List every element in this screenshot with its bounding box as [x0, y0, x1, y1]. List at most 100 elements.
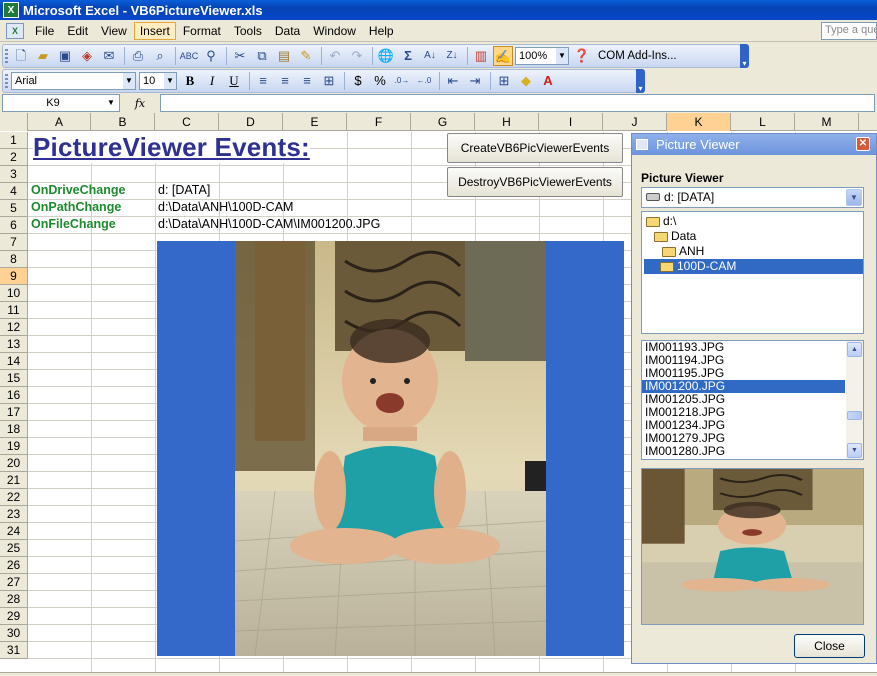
spelling-icon[interactable]: ABC — [179, 46, 199, 66]
row-header[interactable]: 11 — [0, 302, 28, 319]
row-header[interactable]: 13 — [0, 336, 28, 353]
column-header[interactable]: E — [283, 113, 347, 131]
row-header[interactable]: 2 — [0, 149, 28, 166]
menu-help[interactable]: Help — [363, 22, 400, 40]
menu-view[interactable]: View — [95, 22, 133, 40]
zoom-select[interactable]: 100% ▼ — [515, 47, 569, 65]
redo-icon[interactable]: ↷ — [347, 46, 367, 66]
row-header[interactable]: 15 — [0, 370, 28, 387]
close-icon[interactable]: ✕ — [856, 137, 870, 151]
column-header[interactable]: F — [347, 113, 411, 131]
open-icon[interactable]: ▰ — [33, 46, 53, 66]
italic-button[interactable]: I — [202, 71, 222, 91]
chevron-down-icon[interactable]: ▼ — [103, 95, 119, 111]
directory-item[interactable]: d:\ — [644, 214, 676, 229]
sort-ascending-icon[interactable]: A↓ — [420, 46, 440, 66]
email-icon[interactable]: ✉ — [99, 46, 119, 66]
underline-button[interactable]: U — [224, 71, 244, 91]
undo-icon[interactable]: ↶ — [325, 46, 345, 66]
align-center-icon[interactable]: ≡ — [275, 71, 295, 91]
row-header[interactable]: 27 — [0, 574, 28, 591]
print-preview-icon[interactable]: ⌕ — [150, 46, 170, 66]
file-list[interactable]: IM001193.JPG IM001194.JPG IM001195.JPG I… — [641, 340, 864, 460]
row-header[interactable]: 10 — [0, 285, 28, 302]
row-header[interactable]: 14 — [0, 353, 28, 370]
directory-item-selected[interactable]: 100D-CAM — [644, 259, 863, 274]
formula-input[interactable] — [160, 94, 875, 112]
scroll-down-icon[interactable]: ▼ — [847, 443, 862, 458]
picture-viewer-titlebar[interactable]: Picture Viewer ✕ — [632, 134, 876, 155]
row-header[interactable]: 16 — [0, 387, 28, 404]
column-header[interactable]: C — [155, 113, 219, 131]
sort-descending-icon[interactable]: Z↓ — [442, 46, 462, 66]
document-icon[interactable]: X — [6, 22, 24, 39]
row-header[interactable]: 23 — [0, 506, 28, 523]
merge-center-icon[interactable]: ⊞ — [319, 71, 339, 91]
row-header[interactable]: 30 — [0, 625, 28, 642]
destroy-events-button[interactable]: DestroyVB6PicViewerEvents — [447, 167, 623, 197]
menu-file[interactable]: File — [29, 22, 60, 40]
row-header[interactable]: 5 — [0, 200, 28, 217]
bold-button[interactable]: B — [180, 71, 200, 91]
save-icon[interactable]: ▣ — [55, 46, 75, 66]
percent-button[interactable]: % — [370, 71, 390, 91]
copy-icon[interactable]: ⧉ — [252, 46, 272, 66]
row-header-selected[interactable]: 9 — [0, 268, 28, 285]
row-header[interactable]: 7 — [0, 234, 28, 251]
row-header[interactable]: 29 — [0, 608, 28, 625]
font-select[interactable]: Arial ▼ — [11, 72, 136, 90]
create-events-button[interactable]: CreateVB6PicViewerEvents — [447, 133, 623, 163]
menu-format[interactable]: Format — [177, 22, 227, 40]
excel-icon[interactable]: X — [3, 2, 19, 18]
borders-icon[interactable]: ⊞ — [494, 71, 514, 91]
menu-tools[interactable]: Tools — [228, 22, 268, 40]
font-size-select[interactable]: 10 ▼ — [139, 72, 177, 90]
chevron-down-icon[interactable]: ▼ — [123, 73, 135, 89]
drawing-icon[interactable]: ✍ — [493, 46, 513, 66]
align-left-icon[interactable]: ≡ — [253, 71, 273, 91]
insert-function-icon[interactable]: fx — [120, 97, 160, 110]
drive-select[interactable]: d: [DATA] ▼ — [641, 187, 864, 208]
format-painter-icon[interactable]: ✎ — [296, 46, 316, 66]
com-addins-button[interactable]: COM Add-Ins... — [598, 50, 677, 62]
row-header[interactable]: 31 — [0, 642, 28, 659]
permission-icon[interactable]: ◈ — [77, 46, 97, 66]
increase-decimal-icon[interactable]: .0→ — [392, 71, 412, 91]
row-header[interactable]: 20 — [0, 455, 28, 472]
scroll-up-icon[interactable]: ▲ — [847, 342, 862, 357]
column-header[interactable]: L — [731, 113, 795, 131]
chevron-down-icon[interactable]: ▼ — [164, 73, 176, 89]
align-right-icon[interactable]: ≡ — [297, 71, 317, 91]
autosum-icon[interactable]: Σ — [398, 46, 418, 66]
chevron-down-icon[interactable]: ▼ — [846, 189, 862, 206]
row-header[interactable]: 28 — [0, 591, 28, 608]
select-all-corner[interactable] — [0, 113, 28, 131]
directory-item[interactable]: ANH — [660, 244, 704, 259]
menu-edit[interactable]: Edit — [61, 22, 94, 40]
print-icon[interactable]: ⎙ — [128, 46, 148, 66]
decrease-decimal-icon[interactable]: ←.0 — [414, 71, 434, 91]
decrease-indent-icon[interactable]: ⇤ — [443, 71, 463, 91]
row-header[interactable]: 4 — [0, 183, 28, 200]
row-header[interactable]: 25 — [0, 540, 28, 557]
row-header[interactable]: 19 — [0, 438, 28, 455]
name-box[interactable]: K9 ▼ — [2, 94, 120, 112]
row-header[interactable]: 18 — [0, 421, 28, 438]
ask-question-input[interactable]: Type a question for help — [821, 22, 877, 40]
chart-wizard-icon[interactable]: ▥ — [471, 46, 491, 66]
row-header[interactable]: 21 — [0, 472, 28, 489]
row-header[interactable]: 1 — [0, 132, 28, 149]
toolbar-options-icon[interactable]: ▾ — [740, 44, 749, 68]
toolbar-options-icon[interactable]: ▾ — [636, 69, 645, 93]
column-header[interactable]: G — [411, 113, 475, 131]
column-header[interactable]: J — [603, 113, 667, 131]
row-header[interactable]: 6 — [0, 217, 28, 234]
column-header[interactable]: H — [475, 113, 539, 131]
file-list-scrollbar[interactable]: ▲ ▼ — [846, 341, 863, 459]
row-header[interactable]: 22 — [0, 489, 28, 506]
fill-color-icon[interactable]: ◆ — [516, 71, 536, 91]
menu-window[interactable]: Window — [307, 22, 362, 40]
row-header[interactable]: 17 — [0, 404, 28, 421]
chevron-down-icon[interactable]: ▼ — [556, 48, 568, 64]
menu-insert[interactable]: Insert — [133, 21, 176, 40]
